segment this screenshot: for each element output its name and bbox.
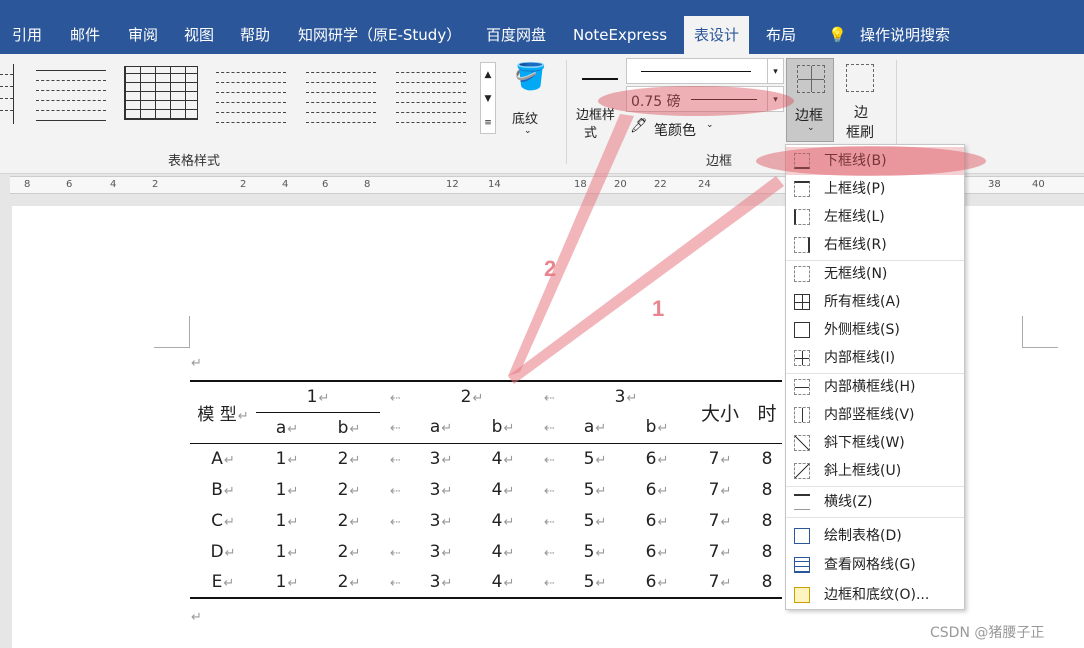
- menu-item-top-border[interactable]: 上框线(P): [786, 175, 964, 203]
- table-style-thumb-5[interactable]: [306, 64, 376, 124]
- tell-me-search[interactable]: 操作说明搜索: [860, 18, 950, 54]
- sub-header-cell: ⇠: [390, 421, 401, 437]
- menu-item-right-border[interactable]: 右框线(R): [786, 231, 964, 259]
- sub-header-cell: a↵: [429, 417, 453, 438]
- tab-layout[interactable]: 布局: [766, 18, 796, 54]
- borders-group-label: 边框: [706, 154, 733, 169]
- chevron-down-icon: ⌄: [524, 126, 532, 136]
- inside-horizontal-border-icon: [794, 379, 810, 395]
- diagonal-up-border-icon: [794, 463, 810, 479]
- top-border-icon: [794, 181, 810, 197]
- table-row: D↵ 1↵ 2↵ ⇠ 3↵ 4↵ ⇠ 5↵ 6↵ 7↵ 8: [210, 541, 773, 562]
- menu-item-left-border[interactable]: 左框线(L): [786, 203, 964, 231]
- paragraph-mark: ↵: [191, 356, 202, 371]
- table-styles-group-label: 表格样式: [168, 154, 221, 169]
- tab-mailings[interactable]: 邮件: [70, 18, 100, 54]
- table-row: C↵ 1↵ 2↵ ⇠ 3↵ 4↵ ⇠ 5↵ 6↵ 7↵ 8: [211, 510, 773, 531]
- menu-item-draw-table[interactable]: 绘制表格(D): [786, 522, 964, 550]
- draw-table-icon: [794, 528, 810, 544]
- sub-header-cell: b↵: [491, 417, 515, 438]
- all-borders-icon: [794, 294, 810, 310]
- border-painter-button[interactable]: 边 框刷: [840, 60, 886, 144]
- highlight-bottom-border: [756, 146, 986, 176]
- document-table[interactable]: 模 型↵ 1↵ ⇠ 2↵ ⇠ 3↵ 大小 时 a↵ b↵ ⇠ a↵ b↵ ⇠ a…: [190, 380, 782, 599]
- menu-item-diagonal-down-border[interactable]: 斜下框线(W): [786, 429, 964, 457]
- inside-borders-icon: [794, 350, 810, 366]
- shading-button[interactable]: 🪣 底纹 ⌄: [506, 60, 552, 140]
- ribbon-tabs: 引用 邮件 审阅 视图 帮助 知网研学（原E-Study） 百度网盘 NoteE…: [0, 0, 1084, 54]
- menu-item-diagonal-up-border[interactable]: 斜上框线(U): [786, 457, 964, 485]
- tab-references[interactable]: 引用: [12, 18, 42, 54]
- menu-item-no-border[interactable]: 无框线(N): [786, 260, 964, 288]
- sub-header-cell: b↵: [645, 417, 669, 438]
- highlight-pen-weight: [598, 86, 794, 116]
- menu-item-inside-horizontal-border[interactable]: 内部横框线(H): [786, 373, 964, 401]
- sub-header-cell: a↵: [583, 417, 607, 438]
- borders-shading-icon: [794, 587, 810, 603]
- menu-item-view-gridlines[interactable]: 查看网格线(G): [786, 551, 964, 579]
- sub-header-cell: b↵: [337, 417, 361, 438]
- line-style-icon: [582, 78, 618, 80]
- diagonal-down-border-icon: [794, 435, 810, 451]
- header-cell: 2↵: [460, 387, 484, 407]
- header-cell: 3↵: [614, 387, 638, 407]
- tab-noteexpress[interactable]: NoteExpress: [573, 18, 667, 54]
- lightbulb-icon: 💡: [828, 26, 847, 44]
- sub-header-cell: ⇠: [544, 421, 555, 437]
- header-cell: 1↵: [256, 381, 380, 413]
- border-grid-icon: [797, 65, 825, 93]
- header-cell: 大小: [700, 402, 739, 425]
- tab-view[interactable]: 视图: [184, 18, 214, 54]
- menu-item-outside-borders[interactable]: 外侧框线(S): [786, 316, 964, 344]
- line-style-dropdown[interactable]: ▾: [626, 58, 784, 84]
- watermark: CSDN @猪腰子正: [930, 625, 1045, 641]
- left-border-icon: [794, 209, 810, 225]
- paint-bucket-icon: 🪣: [514, 62, 547, 92]
- outside-borders-icon: [794, 322, 810, 338]
- tab-baidu-netdisk[interactable]: 百度网盘: [486, 18, 546, 54]
- menu-item-all-borders[interactable]: 所有框线(A): [786, 288, 964, 316]
- border-painter-icon: [846, 64, 874, 92]
- menu-item-inside-borders[interactable]: 内部框线(I): [786, 344, 964, 372]
- tab-table-design[interactable]: 表设计: [684, 16, 750, 54]
- table-row: B↵ 1↵ 2↵ ⇠ 3↵ 4↵ ⇠ 5↵ 6↵ 7↵ 8: [211, 479, 773, 500]
- sub-header-cell: a↵: [275, 417, 299, 438]
- menu-item-borders-and-shading[interactable]: 边框和底纹(O)...: [786, 581, 964, 609]
- header-cell: 模 型↵: [197, 404, 249, 425]
- table-style-thumb-4[interactable]: [216, 64, 286, 124]
- table-row: A↵ 1↵ 2↵ ⇠ 3↵ 4↵ ⇠ 5↵ 6↵ 7↵ 8: [211, 448, 773, 469]
- table-style-thumb-1[interactable]: [0, 64, 14, 124]
- horizontal-line-icon: [794, 494, 810, 510]
- paragraph-mark: ↵: [191, 610, 202, 625]
- tab-help[interactable]: 帮助: [240, 18, 270, 54]
- tab-review[interactable]: 审阅: [128, 18, 158, 54]
- borders-menu: 下框线(B) 上框线(P) 左框线(L) 右框线(R) 无框线(N) 所有框线(…: [785, 144, 965, 610]
- menu-item-horizontal-line[interactable]: 横线(Z): [786, 488, 964, 516]
- pen-icon: 🖊: [630, 118, 648, 134]
- header-cell: ⇠: [390, 391, 401, 406]
- inside-vertical-border-icon: [794, 407, 810, 423]
- gallery-scroll[interactable]: ▲ ▼ ≡: [480, 62, 496, 134]
- header-cell: ⇠: [544, 391, 555, 406]
- header-cell: 时: [757, 402, 777, 425]
- right-border-icon: [794, 237, 810, 253]
- table-row: E↵ 1↵ 2↵ ⇠ 3↵ 4↵ ⇠ 5↵ 6↵ 7↵ 8: [190, 567, 782, 598]
- pen-color-button[interactable]: 🖊 笔颜色 ⌄: [630, 118, 720, 140]
- gridlines-icon: [794, 557, 810, 573]
- table-style-thumb-3[interactable]: [124, 66, 198, 120]
- menu-item-inside-vertical-border[interactable]: 内部竖框线(V): [786, 401, 964, 429]
- no-border-icon: [794, 266, 810, 282]
- table-style-thumb-2[interactable]: [36, 64, 106, 124]
- tab-cnki-estudy[interactable]: 知网研学（原E-Study）: [298, 18, 461, 54]
- table-style-thumb-6[interactable]: [396, 64, 466, 124]
